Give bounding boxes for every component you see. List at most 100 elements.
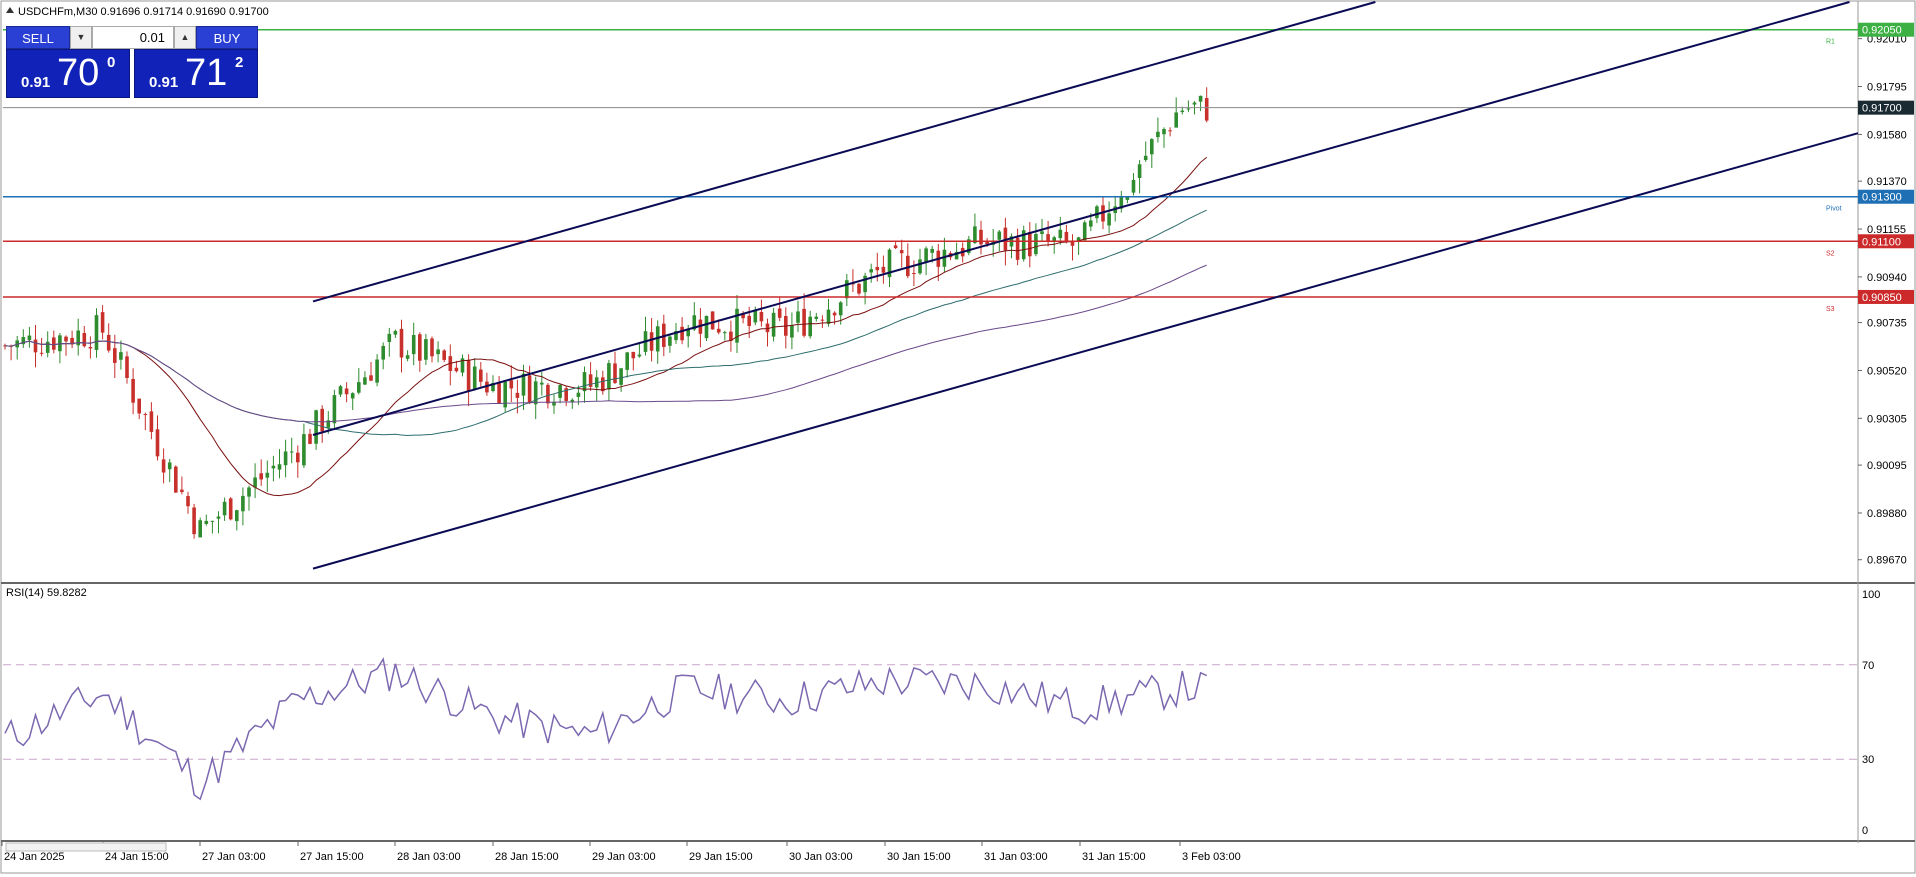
channel-line-middle (312, 1, 1850, 436)
candle-body (259, 473, 263, 480)
analyst-views-tab (5, 842, 167, 852)
candle-body (765, 323, 770, 333)
price-tick-label: 0.91795 (1867, 82, 1907, 94)
candle-body (771, 312, 776, 337)
candle-body (375, 359, 379, 383)
candle-body (1064, 231, 1069, 241)
candle-body (832, 312, 837, 316)
bid-price-prefix: 0.91 (21, 74, 51, 91)
candle-body (747, 315, 751, 326)
candle-body (631, 351, 636, 359)
candle-body (167, 462, 172, 470)
candle-body (94, 315, 99, 350)
candle-body (540, 382, 544, 385)
time-tick-label: 28 Jan 03:00 (397, 851, 461, 863)
candle-body (1168, 130, 1172, 132)
candle-body (509, 380, 514, 389)
candle-body (619, 368, 623, 385)
candle-body (149, 411, 154, 432)
level-tag-label: Pivot (1826, 206, 1842, 213)
bid-price-box[interactable]: 0.91 70 0 (6, 49, 130, 98)
candle-body (1095, 206, 1099, 219)
candle-body (332, 395, 337, 424)
candle-body (893, 245, 898, 249)
time-tick-label: 24 Jan 15:00 (105, 851, 169, 863)
channel-line-upper (312, 1, 1376, 303)
candles-group (3, 87, 1209, 539)
rsi-tick-label: 70 (1862, 660, 1874, 672)
candle-body (472, 366, 477, 390)
ask-price-box[interactable]: 0.91 71 2 (134, 49, 258, 98)
candle-body (881, 266, 886, 273)
candle-body (838, 302, 843, 316)
candle-body (723, 332, 727, 334)
time-tick-label: 24 Jan 2025 (4, 851, 65, 863)
candle-body (52, 337, 56, 350)
chart-frame (0, 0, 1916, 874)
candle-body (979, 229, 983, 245)
candle-body (857, 283, 861, 294)
candle-body (1131, 179, 1136, 193)
level-tag-label: S2 (1826, 250, 1835, 257)
time-tick-label: 3 Feb 03:00 (1182, 851, 1241, 863)
level-price-label: 0.91700 (1862, 103, 1902, 115)
candle-body (113, 348, 117, 363)
symbol-header: USDCHFm,M30 0.91696 0.91714 0.91690 0.91… (18, 6, 269, 18)
candle-body (271, 465, 276, 469)
price-tick-label: 0.90520 (1867, 365, 1907, 377)
candle-body (344, 388, 349, 395)
candle-body (777, 308, 782, 318)
candle-body (192, 507, 196, 535)
candle-body (899, 250, 904, 254)
candle-body (680, 326, 684, 341)
candle-body (716, 328, 721, 333)
level-price-label: 0.92050 (1862, 25, 1902, 37)
level-price-label: 0.90850 (1862, 292, 1902, 304)
candle-body (82, 332, 87, 347)
candle-body (1028, 232, 1032, 257)
candle-body (710, 311, 715, 330)
price-tick-label: 0.91580 (1867, 129, 1907, 141)
lot-decrease-icon[interactable]: ▼ (70, 26, 92, 49)
candle-body (137, 398, 141, 414)
time-tick-label: 29 Jan 03:00 (592, 851, 656, 863)
candle-body (637, 354, 642, 357)
candle-body (277, 464, 282, 470)
candle-body (289, 451, 294, 453)
buy-button[interactable]: BUY (196, 26, 258, 49)
candle-body (1040, 231, 1044, 234)
candle-body (369, 375, 373, 381)
candle-body (1186, 108, 1191, 110)
candle-body (918, 259, 922, 274)
candle-body (411, 335, 416, 355)
ma-fast-line (4, 156, 1208, 497)
price-tick-label: 0.89880 (1867, 508, 1907, 520)
candle-body (125, 356, 129, 379)
candle-body (1058, 229, 1063, 239)
price-tick-label: 0.90095 (1867, 460, 1907, 472)
candle-body (283, 451, 288, 466)
lot-increase-icon[interactable]: ▲ (174, 26, 196, 49)
candle-body (308, 433, 312, 444)
candle-body (235, 510, 239, 522)
candle-body (241, 495, 245, 512)
candle-body (515, 392, 520, 398)
lot-size-input[interactable]: 0.01 (92, 26, 174, 49)
candle-body (363, 377, 367, 385)
candle-body (649, 332, 654, 351)
candle-body (1070, 241, 1075, 246)
price-tick-label: 0.91370 (1867, 176, 1907, 188)
candle-body (802, 308, 806, 336)
candle-body (973, 226, 977, 244)
candle-body (826, 309, 831, 324)
rsi-title: RSI(14) 59.8282 (6, 587, 87, 599)
time-tick-label: 27 Jan 15:00 (300, 851, 364, 863)
sell-button[interactable]: SELL (6, 26, 70, 49)
chart-canvas[interactable]: USDCHFm,M30 0.91696 0.91714 0.91690 0.91… (0, 0, 1916, 874)
candle-body (247, 487, 251, 497)
rsi-tick-label: 0 (1862, 825, 1868, 837)
candle-body (210, 520, 215, 522)
candle-body (131, 378, 135, 403)
candle-body (1143, 155, 1148, 161)
candle-body (1107, 213, 1111, 226)
